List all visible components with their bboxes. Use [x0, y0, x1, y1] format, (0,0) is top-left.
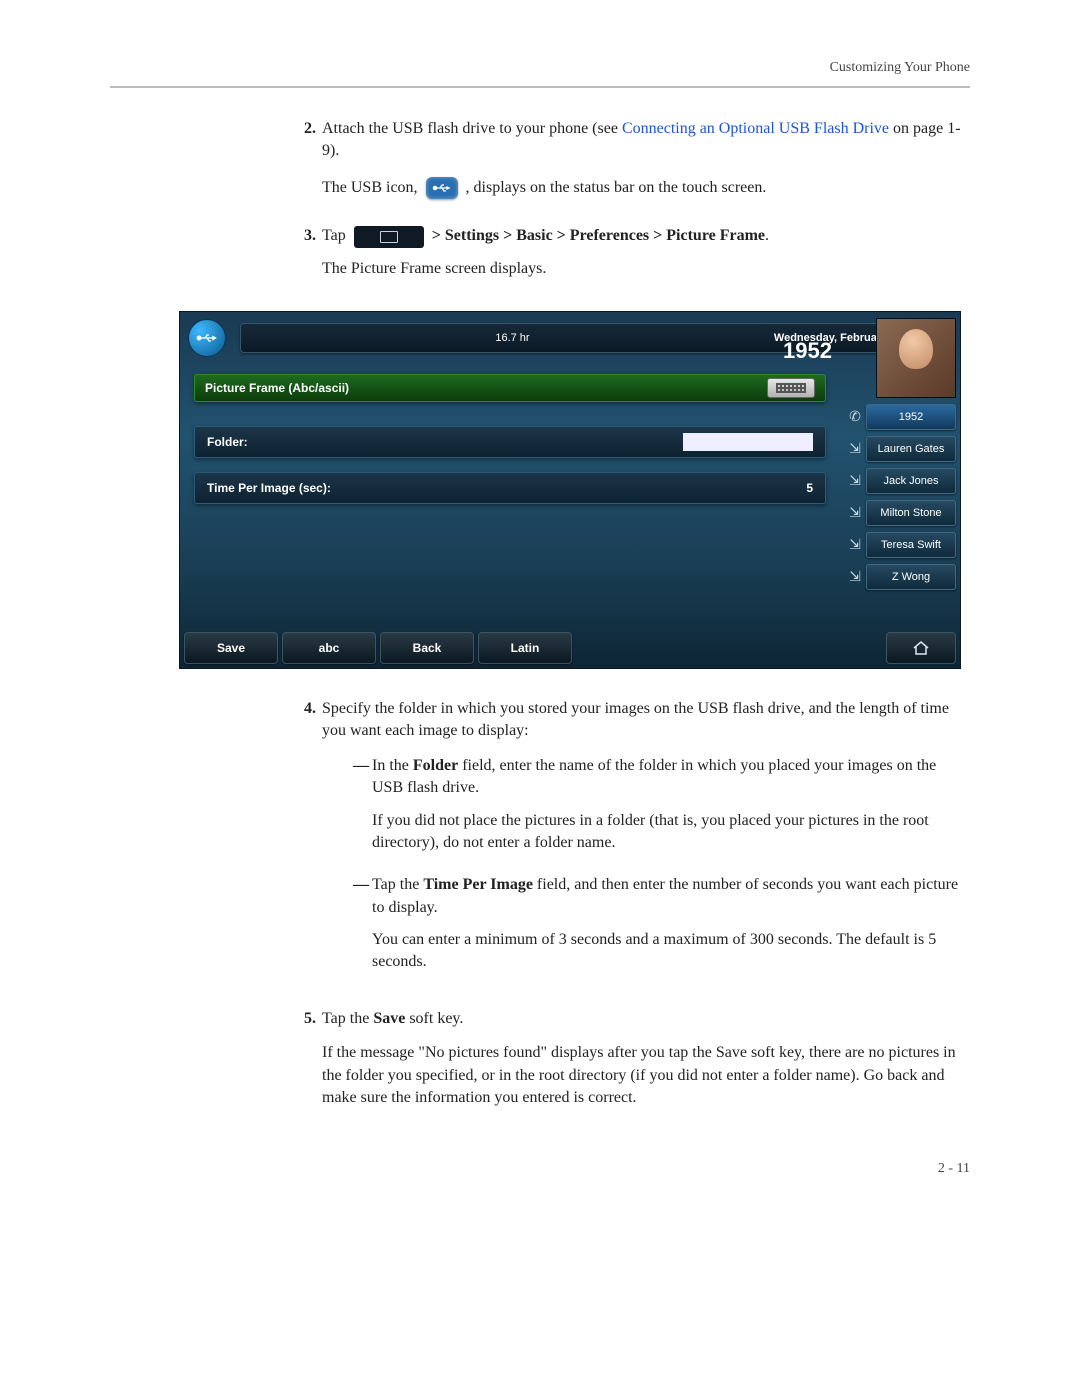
softkey-back[interactable]: Back — [380, 632, 474, 664]
step-3: 3. Tap > Settings > Basic > Preferences … — [290, 225, 970, 292]
buddy-icon: ⇲ — [844, 504, 866, 521]
time-value: 5 — [806, 481, 813, 495]
picture-frame-screenshot: 16.7 hr Wednesday, February 4 1:30 PM 19… — [180, 312, 960, 668]
step3-path: > Settings > Basic > Preferences > Pictu… — [432, 227, 765, 244]
avatar — [876, 318, 956, 398]
contacts-sidebar: ✆1952 ⇲Lauren Gates ⇲Jack Jones ⇲Milton … — [844, 318, 956, 626]
menu-button-icon — [354, 226, 424, 248]
buddy-icon: ⇲ — [844, 568, 866, 585]
screen-title: Picture Frame (Abc/ascii) — [205, 381, 349, 395]
page-footer: 2 - 11 — [110, 1161, 970, 1177]
home-button[interactable] — [886, 632, 956, 664]
page-header: Customizing Your Phone — [110, 60, 970, 88]
usb-line-a: The USB icon, — [322, 179, 422, 196]
step-2: 2. Attach the USB flash drive to your ph… — [290, 118, 970, 211]
step4-d1a: In the — [372, 757, 413, 774]
step2-text-a: Attach the USB flash drive to your phone… — [322, 120, 622, 137]
folder-label: Folder: — [207, 435, 248, 449]
step5-para2: If the message "No pictures found" displ… — [322, 1042, 970, 1109]
softkey-latin[interactable]: Latin — [478, 632, 572, 664]
step4-d2-para2: You can enter a minimum of 3 seconds and… — [372, 929, 970, 974]
contact-milton-stone[interactable]: Milton Stone — [866, 500, 956, 526]
buddy-icon: ⇲ — [844, 472, 866, 489]
step5-b: soft key. — [405, 1010, 463, 1027]
contact-1952[interactable]: 1952 — [866, 404, 956, 430]
step4-d2-bold: Time Per Image — [423, 876, 533, 893]
contact-teresa-swift[interactable]: Teresa Swift — [866, 532, 956, 558]
step-number: 2. — [290, 118, 322, 211]
step-5: 5. Tap the Save soft key. If the message… — [290, 1008, 970, 1122]
softkey-bar: Save abc Back Latin — [184, 632, 956, 664]
time-label: Time Per Image (sec): — [207, 481, 331, 495]
usb-icon — [426, 177, 458, 199]
folder-field[interactable]: Folder: — [194, 426, 826, 458]
step-number: 4. — [290, 698, 322, 994]
step-number: 5. — [290, 1008, 322, 1122]
step3-dot: . — [765, 227, 769, 244]
step4-intro: Specify the folder in which you stored y… — [322, 698, 970, 743]
section-title: Customizing Your Phone — [830, 60, 970, 76]
usb-line-b: , displays on the status bar on the touc… — [466, 179, 767, 196]
step-4: 4. Specify the folder in which you store… — [290, 698, 970, 994]
softkey-abc[interactable]: abc — [282, 632, 376, 664]
step4-d1-para2: If you did not place the pictures in a f… — [372, 810, 970, 855]
step5-bold: Save — [373, 1010, 405, 1027]
step3-note: The Picture Frame screen displays. — [322, 258, 970, 280]
step3-tap: Tap — [322, 227, 350, 244]
extension-large: 1952 — [783, 338, 832, 364]
contact-lauren-gates[interactable]: Lauren Gates — [866, 436, 956, 462]
status-usb-icon[interactable] — [188, 319, 226, 357]
screen-title-bar: Picture Frame (Abc/ascii) — [194, 374, 826, 402]
step-number: 3. — [290, 225, 322, 292]
line-icon: ✆ — [844, 408, 866, 425]
status-hours: 16.7 hr — [495, 332, 529, 344]
link-usb-drive[interactable]: Connecting an Optional USB Flash Drive — [622, 120, 889, 137]
contact-z-wong[interactable]: Z Wong — [866, 564, 956, 590]
step5-a: Tap the — [322, 1010, 373, 1027]
step4-d1-bold: Folder — [413, 757, 458, 774]
buddy-icon: ⇲ — [844, 440, 866, 457]
dash: — — [350, 874, 372, 986]
dash: — — [350, 755, 372, 867]
time-per-image-field[interactable]: Time Per Image (sec): 5 — [194, 472, 826, 504]
softkey-save[interactable]: Save — [184, 632, 278, 664]
contact-jack-jones[interactable]: Jack Jones — [866, 468, 956, 494]
folder-input[interactable] — [683, 433, 813, 451]
keyboard-icon[interactable] — [767, 378, 815, 398]
buddy-icon: ⇲ — [844, 536, 866, 553]
step4-d2a: Tap the — [372, 876, 423, 893]
